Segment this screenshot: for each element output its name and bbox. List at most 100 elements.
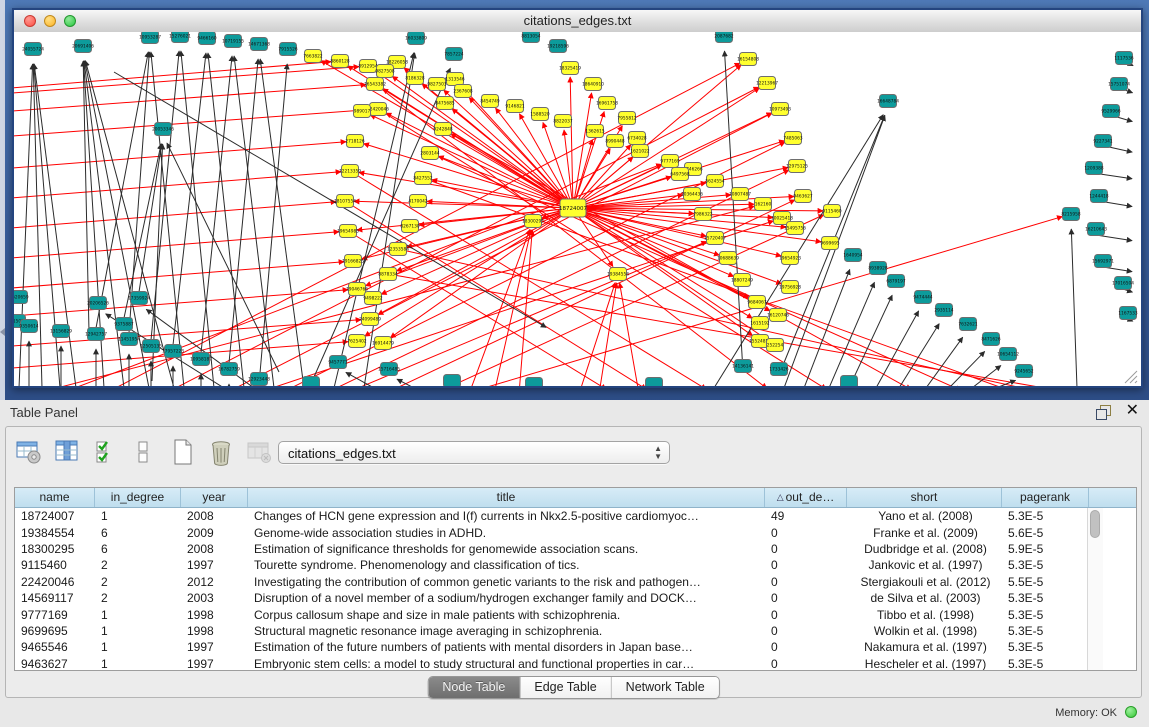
cited-node[interactable]: 2367608 [453,85,472,98]
row-selection-icon[interactable] [91,437,121,467]
table-cell[interactable]: Disruption of a novel member of a sodium… [248,591,765,605]
cited-node[interactable]: 8822037 [553,115,572,128]
table-cell[interactable]: 2012 [181,575,248,589]
table-cell[interactable]: 5.3E-5 [1002,640,1089,654]
citing-node[interactable]: 20691406 [72,40,94,53]
table-cell[interactable]: 0 [765,624,847,638]
tab-network-table[interactable]: Network Table [612,677,719,698]
citing-node[interactable]: 17016504 [1112,277,1134,290]
table-cell[interactable]: 2008 [181,509,248,523]
cited-node[interactable]: 8454749 [480,95,499,108]
cited-node[interactable]: 24099489 [359,313,381,326]
citing-node[interactable]: 9245652 [1014,365,1033,378]
cited-node[interactable]: 8860128 [330,55,349,68]
cited-node[interactable]: 16543382 [364,78,386,91]
citation-edge-black[interactable] [260,59,304,386]
cited-node[interactable]: 9827508 [375,65,394,78]
table-cell[interactable]: 14569117 [15,591,95,605]
cited-node[interactable]: 9498222 [363,292,382,305]
citing-node[interactable]: 1733426 [769,363,788,376]
table-cell[interactable]: 1 [95,657,181,671]
table-cell[interactable]: 9777169 [15,608,95,622]
cited-node[interactable]: 9463627 [793,190,812,203]
show-columns-icon[interactable] [52,437,82,467]
citing-node[interactable]: 6879197 [886,275,905,288]
cited-node[interactable]: 10688639 [717,252,739,265]
cited-node[interactable]: 4170042 [408,195,427,208]
citing-node[interactable]: 2087682 [714,32,733,43]
table-cell[interactable]: 18300295 [15,542,95,556]
table-row[interactable]: 977716911998Corpus callosum shape and si… [15,606,1136,622]
table-cell[interactable]: Stergiakouli et al. (2012) [847,575,1002,589]
cited-node[interactable]: 19756928 [779,281,801,294]
citing-node[interactable]: 1209388 [1084,162,1103,175]
citing-node[interactable]: 1117536 [1114,52,1133,65]
cited-node[interactable]: 989017 [354,105,371,118]
table-cell[interactable]: Genome-wide association studies in ADHD. [248,526,765,540]
citation-edge-red[interactable] [14,67,359,94]
cited-node[interactable]: 1362615 [585,125,604,138]
cited-node[interactable]: 9699695 [820,237,839,250]
citing-node[interactable]: 12505135 [140,340,162,353]
table-scrollbar[interactable] [1087,508,1103,670]
citation-edge-red[interactable] [164,87,759,386]
cited-node[interactable]: 10807487 [729,188,751,201]
table-row[interactable]: 1938455462009Genome-wide association stu… [15,524,1136,540]
citing-node[interactable]: 24055724 [22,43,44,56]
table-cell[interactable]: 1 [95,509,181,523]
row-height-icon[interactable] [129,437,159,467]
cited-node[interactable]: 8475685 [435,97,454,110]
citation-edge-black[interactable] [1100,174,1132,179]
cited-node[interactable]: 1621022 [630,145,649,158]
table-cell[interactable]: Structural magnetic resonance image aver… [248,624,765,638]
delete-column-icon[interactable] [206,437,236,467]
citation-edge-red[interactable] [599,283,617,386]
table-cell[interactable]: 1 [95,608,181,622]
cited-node[interactable]: 1313546 [445,73,464,86]
cited-node[interactable]: 16154808 [737,53,759,66]
float-panel-icon[interactable] [1096,405,1111,419]
table-row[interactable]: 1456911722003Disruption of a novel membe… [15,590,1136,606]
citation-edge-red[interactable] [620,283,639,386]
cited-node[interactable]: 8427552 [413,172,432,185]
table-cell[interactable]: 1 [95,624,181,638]
citing-node[interactable]: 15276021 [169,32,191,43]
table-cell[interactable]: 2 [95,591,181,605]
citation-edge-black[interactable] [151,52,184,386]
table-row[interactable]: 969969511998Structural magnetic resonanc… [15,623,1136,639]
citation-graph[interactable]: 2405572420691406109532871527602194661601… [14,32,1141,386]
citing-node[interactable]: 10654112 [997,348,1019,361]
citing-node[interactable]: 11451954 [118,333,140,346]
table-cell[interactable]: 5.3E-5 [1002,624,1089,638]
table-row[interactable]: 946554611997Estimation of the future num… [15,639,1136,655]
cited-node[interactable]: 18300295 [522,215,544,228]
citation-edge-black[interactable] [926,337,963,386]
window-resize-grip[interactable] [1121,368,1139,384]
column-header-pagerank[interactable]: pagerank [1002,488,1089,507]
citation-edge-red[interactable] [14,110,369,137]
table-cell[interactable]: 6 [95,542,181,556]
table-cell[interactable]: 0 [765,526,847,540]
column-header-in_degree[interactable]: in_degree [95,488,181,507]
cited-node[interactable]: 18807249 [731,274,753,287]
citing-node[interactable]: 1167533 [1118,307,1137,320]
citation-edge-black[interactable] [181,51,214,386]
network-canvas[interactable]: 2405572420691406109532871527602194661601… [14,32,1141,386]
tab-edge-table[interactable]: Edge Table [520,677,611,698]
citation-edge-black[interactable] [229,59,258,363]
cited-node[interactable]: 16914479 [372,337,394,350]
panel-collapse-arrow-icon[interactable] [0,328,5,336]
cited-node[interactable]: 19654923 [779,252,801,265]
citation-edge-red[interactable] [14,232,339,259]
table-cell[interactable]: 0 [765,608,847,622]
cited-node[interactable]: 7485063 [783,132,802,145]
citation-edge-red[interactable] [14,202,336,229]
table-row[interactable]: 946362711997Embryonic stem cells: a mode… [15,656,1136,671]
citing-node[interactable]: 1640954 [843,249,862,262]
citation-edge-black[interactable] [949,351,985,386]
citing-node[interactable]: 16648784 [877,95,899,108]
citing-node[interactable]: 20053346 [152,123,174,136]
table-row[interactable]: 1830029562008Estimation of significance … [15,541,1136,557]
citation-edge-red[interactable] [14,262,344,289]
table-cell[interactable]: Estimation of the future numbers of pati… [248,640,765,654]
